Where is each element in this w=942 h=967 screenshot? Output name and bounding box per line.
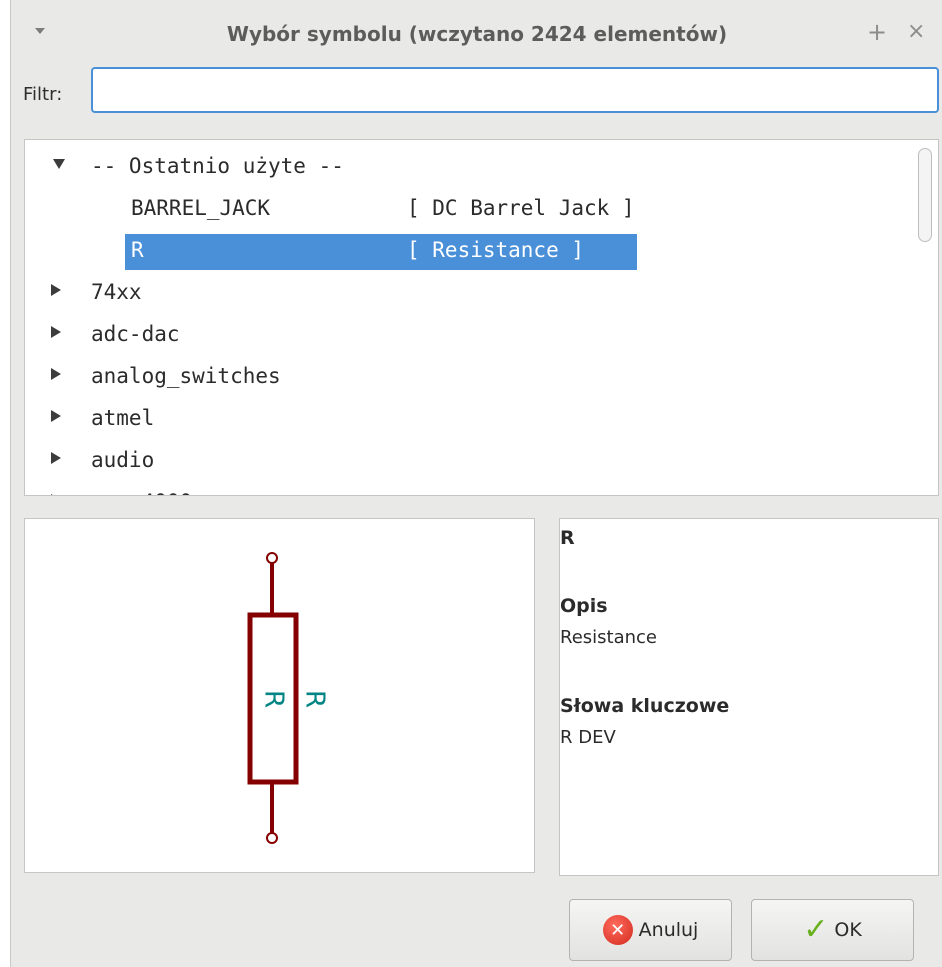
collapsed-arrow-icon[interactable]	[51, 410, 61, 422]
expanded-arrow-icon[interactable]	[53, 159, 65, 169]
symbol-preview: R R	[24, 518, 535, 873]
cancel-label: Anuluj	[638, 919, 699, 941]
collapsed-arrow-icon[interactable]	[51, 368, 61, 380]
description-heading: Opis	[560, 595, 608, 617]
tree-item-name[interactable]: BARREL_JACK	[131, 190, 270, 226]
keywords-heading: Słowa kluczowe	[560, 695, 730, 717]
collapsed-arrow-icon[interactable]	[51, 326, 61, 338]
tree-item-name-selected[interactable]: R	[131, 232, 144, 268]
tree-library[interactable]: analog_switches	[91, 358, 281, 394]
cancel-icon: ✕	[602, 915, 633, 945]
resistor-symbol: R R	[247, 552, 330, 844]
tree-library[interactable]: adc-dac	[91, 316, 180, 352]
reference-field: R	[259, 690, 289, 708]
pin-bottom-circle	[266, 832, 278, 844]
ok-button[interactable]: ✓ OK	[751, 899, 914, 961]
symbol-tree[interactable]: -- Ostatnio użyte -- BARREL_JACK [ DC Ba…	[24, 139, 939, 496]
symbol-chooser-dialog: Wybór symbolu (wczytano 2424 elementów) …	[10, 0, 942, 967]
window-title: Wybór symbolu (wczytano 2424 elementów)	[226, 22, 728, 46]
background-edge	[0, 0, 10, 967]
tree-item-desc-selected[interactable]: [ Resistance ]	[407, 232, 584, 268]
pin-top-circle	[266, 552, 278, 564]
symbol-name: R	[560, 527, 575, 549]
title-bar: Wybór symbolu (wczytano 2424 elementów) …	[11, 0, 942, 64]
description-value: Resistance	[560, 627, 657, 648]
close-icon[interactable]: ×	[907, 18, 925, 46]
tree-scrollbar[interactable]	[918, 148, 932, 242]
symbol-info: R Opis Resistance Słowa kluczowe R DEV	[559, 518, 939, 876]
tree-library[interactable]: audio	[91, 442, 154, 478]
value-field: R	[300, 690, 330, 708]
collapsed-arrow-icon[interactable]	[51, 452, 61, 464]
tree-item-desc[interactable]: [ DC Barrel Jack ]	[407, 190, 635, 226]
tree-library[interactable]: atmel	[91, 400, 154, 436]
collapsed-arrow-icon[interactable]	[51, 494, 61, 495]
cancel-button[interactable]: ✕ Anuluj	[569, 899, 732, 961]
tree-group-recent[interactable]: -- Ostatnio użyte --	[91, 148, 344, 184]
filter-label: Filtr:	[23, 84, 63, 105]
tree-library[interactable]: 74xx	[91, 274, 142, 310]
maximize-icon[interactable]: +	[867, 18, 887, 46]
checkmark-icon: ✓	[803, 912, 829, 947]
collapsed-arrow-icon[interactable]	[51, 284, 61, 296]
ok-label: OK	[834, 919, 862, 941]
filter-input[interactable]	[91, 67, 939, 113]
tree-library[interactable]: cmos4000	[91, 484, 192, 495]
keywords-value: R DEV	[560, 727, 616, 748]
